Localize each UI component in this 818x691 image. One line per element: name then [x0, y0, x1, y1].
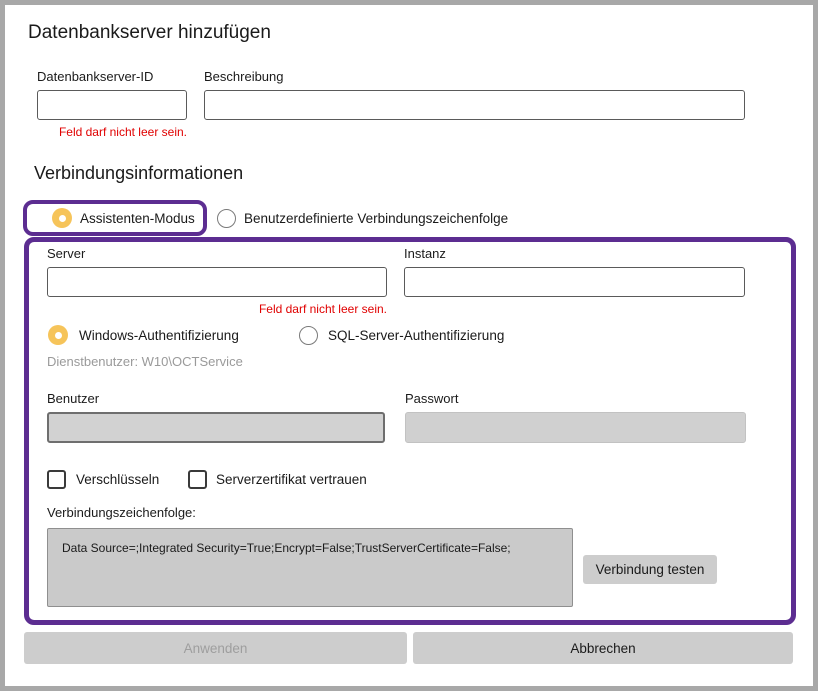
page-title: Datenbankserver hinzufügen — [28, 22, 271, 44]
sql-auth-label: SQL-Server-Authentifizierung — [328, 328, 504, 343]
encrypt-checkbox[interactable] — [47, 470, 66, 489]
custom-connection-string-option[interactable]: Benutzerdefinierte Verbindungszeichenfol… — [217, 200, 508, 236]
description-label: Beschreibung — [204, 69, 284, 84]
server-input[interactable] — [47, 267, 387, 297]
radio-dot-icon — [55, 332, 62, 339]
user-input — [47, 412, 385, 443]
apply-button[interactable]: Anwenden — [24, 632, 407, 664]
encrypt-option[interactable]: Verschlüsseln — [47, 470, 159, 489]
connection-string-value: Data Source=;Integrated Security=True;En… — [47, 528, 573, 607]
trust-certificate-option[interactable]: Serverzertifikat vertrauen — [188, 470, 367, 489]
server-label: Server — [47, 246, 85, 261]
windows-auth-option[interactable]: Windows-Authentifizierung — [48, 325, 239, 345]
connection-section-heading: Verbindungsinformationen — [34, 163, 243, 184]
description-input[interactable] — [204, 90, 745, 120]
password-input — [405, 412, 746, 443]
custom-connection-string-radio[interactable] — [217, 209, 236, 228]
cancel-button[interactable]: Abbrechen — [413, 632, 793, 664]
instance-label: Instanz — [404, 246, 446, 261]
db-id-label: Datenbankserver-ID — [37, 69, 153, 84]
windows-auth-label: Windows-Authentifizierung — [79, 328, 239, 343]
wizard-mode-radio[interactable] — [52, 208, 72, 228]
trust-certificate-label: Serverzertifikat vertrauen — [216, 472, 367, 487]
add-database-server-dialog: Datenbankserver hinzufügen Datenbankserv… — [0, 0, 818, 691]
radio-dot-icon — [59, 215, 66, 222]
wizard-mode-label: Assistenten-Modus — [80, 211, 195, 226]
custom-connection-string-label: Benutzerdefinierte Verbindungszeichenfol… — [244, 211, 508, 226]
user-label: Benutzer — [47, 391, 99, 406]
password-label: Passwort — [405, 391, 458, 406]
connection-string-label: Verbindungszeichenfolge: — [47, 505, 196, 520]
service-user-text: Dienstbenutzer: W10\OCTService — [47, 354, 243, 369]
wizard-mode-option[interactable]: Assistenten-Modus — [23, 200, 207, 236]
encrypt-label: Verschlüsseln — [76, 472, 159, 487]
sql-auth-option[interactable]: SQL-Server-Authentifizierung — [299, 325, 504, 345]
sql-auth-radio[interactable] — [299, 326, 318, 345]
db-id-error: Feld darf nicht leer sein. — [37, 125, 187, 139]
trust-certificate-checkbox[interactable] — [188, 470, 207, 489]
windows-auth-radio[interactable] — [48, 325, 68, 345]
test-connection-button[interactable]: Verbindung testen — [583, 555, 717, 584]
db-id-input[interactable] — [37, 90, 187, 120]
instance-input[interactable] — [404, 267, 745, 297]
server-error: Feld darf nicht leer sein. — [47, 302, 387, 316]
